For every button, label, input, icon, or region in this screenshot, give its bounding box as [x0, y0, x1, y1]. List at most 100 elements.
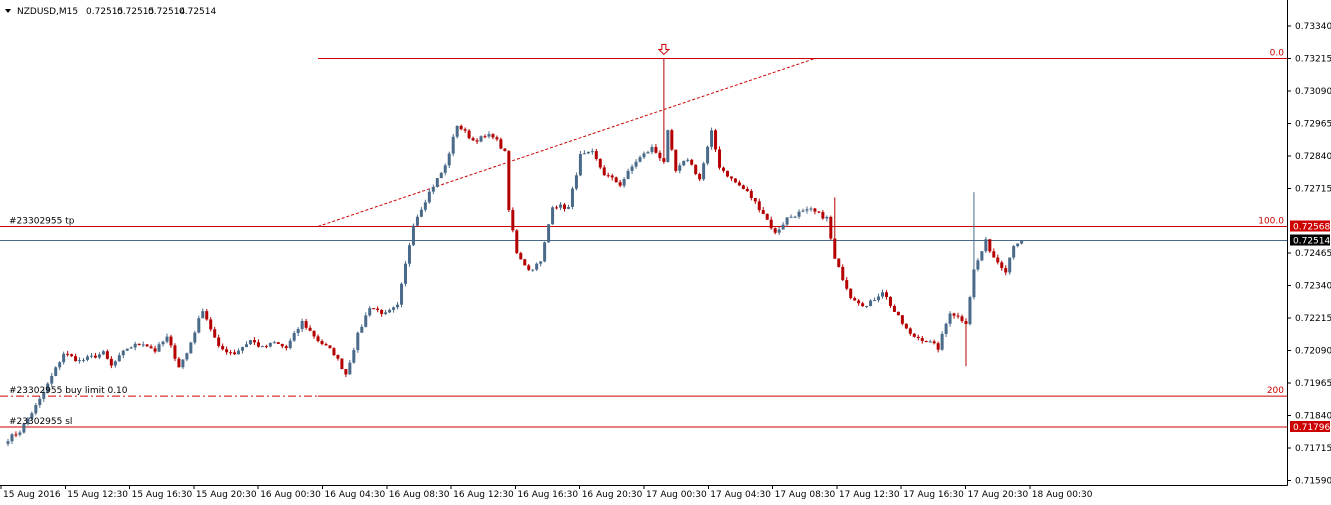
- price-tick-label: 0.71715: [1295, 444, 1331, 454]
- candle: [586, 151, 590, 155]
- candle-body: [912, 333, 916, 337]
- candle: [741, 184, 745, 190]
- candle: [451, 134, 455, 157]
- candle: [157, 341, 161, 352]
- candle-body: [352, 350, 356, 363]
- candle: [566, 204, 570, 210]
- candle: [396, 301, 400, 310]
- candle-body: [248, 340, 252, 345]
- candle-body: [427, 191, 431, 203]
- candle-body: [415, 216, 419, 226]
- candle: [916, 334, 920, 341]
- candle-body: [101, 351, 105, 355]
- candle-body: [968, 297, 972, 325]
- chevron-down-icon[interactable]: [5, 9, 11, 13]
- fibo-trend-line[interactable]: [317, 57, 816, 227]
- candle: [38, 396, 42, 408]
- candle: [777, 226, 781, 235]
- candle-body: [566, 206, 570, 209]
- candle-body: [745, 188, 749, 192]
- candle: [400, 282, 404, 308]
- down-arrow-icon[interactable]: [657, 43, 671, 56]
- candle: [264, 344, 268, 349]
- candle: [296, 327, 300, 337]
- candle-body: [225, 349, 229, 353]
- candle-body: [193, 332, 197, 343]
- candlestick-chart[interactable]: #23302955 tp 0.72568 0.72514 #23302955 buy …: [0, 0, 1331, 505]
- candle-body: [833, 238, 837, 259]
- candle: [1016, 243, 1020, 248]
- candle-body: [320, 341, 324, 345]
- candle-body: [141, 344, 145, 346]
- candle: [149, 344, 153, 349]
- candle-body: [300, 321, 304, 330]
- candle: [686, 157, 690, 163]
- candle: [873, 297, 877, 302]
- candle: [225, 346, 229, 355]
- take-profit-label: #23302955 tp: [9, 216, 75, 226]
- time-tick-label: 16 Aug 12:30: [453, 490, 514, 500]
- time-tick-label: 15 Aug 16:30: [132, 490, 193, 500]
- candle-body: [245, 344, 248, 348]
- candle: [471, 136, 475, 142]
- candle: [948, 311, 952, 327]
- candle-body: [272, 342, 276, 344]
- candle-body: [372, 308, 376, 310]
- candle-body: [853, 298, 857, 301]
- candle-body: [694, 164, 698, 175]
- candle: [280, 343, 284, 349]
- current-price-tag-label: 0.72514: [1293, 237, 1330, 247]
- candle-body: [511, 210, 515, 231]
- candle: [654, 143, 658, 154]
- candle-body: [332, 348, 336, 356]
- candle: [996, 254, 1000, 265]
- candle-body: [916, 336, 920, 339]
- candle: [483, 134, 487, 139]
- candle-body: [904, 323, 908, 329]
- candle: [928, 339, 932, 343]
- candle-body: [972, 269, 976, 298]
- candle-body: [825, 216, 829, 219]
- candle: [630, 164, 634, 174]
- candle-body: [729, 176, 733, 179]
- candle: [268, 342, 272, 348]
- candle: [423, 199, 427, 212]
- candle: [690, 158, 694, 166]
- candle: [1008, 257, 1012, 275]
- candle: [666, 129, 670, 163]
- candle: [368, 306, 372, 317]
- candle-body: [312, 330, 316, 337]
- time-tick-label: 16 Aug 16:30: [517, 490, 578, 500]
- candle: [380, 309, 384, 317]
- candle: [888, 296, 892, 309]
- candle: [825, 215, 829, 222]
- candle: [781, 222, 785, 230]
- candle: [785, 217, 789, 227]
- candle: [877, 293, 881, 303]
- candle-body: [109, 358, 113, 366]
- candle: [662, 58, 666, 164]
- chart-window[interactable]: #23302955 tp 0.72568 0.72514 #23302955 buy …: [0, 0, 1331, 505]
- candle: [924, 340, 928, 343]
- candle: [618, 180, 622, 188]
- candle-body: [149, 346, 153, 349]
- candle-body: [137, 343, 141, 345]
- candle: [229, 349, 233, 356]
- candle-body: [308, 327, 312, 331]
- candle-body: [1000, 262, 1004, 269]
- candle: [308, 325, 312, 332]
- candle: [614, 176, 618, 183]
- candle: [749, 189, 753, 201]
- candle: [714, 128, 718, 153]
- candle: [936, 341, 940, 353]
- time-tick-label: 16 Aug 04:30: [325, 490, 386, 500]
- candle-body: [765, 213, 769, 220]
- candle-body: [392, 307, 396, 310]
- candle-body: [606, 175, 610, 177]
- candle-body: [169, 336, 173, 346]
- candle-body: [551, 207, 555, 225]
- candle: [849, 288, 853, 300]
- candle: [50, 372, 54, 387]
- candle: [292, 330, 296, 342]
- candle-body: [614, 177, 618, 183]
